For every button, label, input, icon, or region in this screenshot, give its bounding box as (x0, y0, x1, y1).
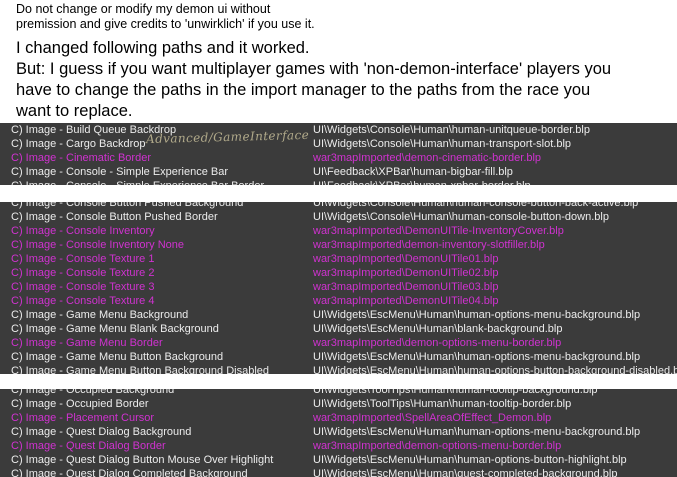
field-value: war3mapImported\demon-options-menu-borde… (313, 440, 562, 452)
field-name: C) Image - Console Inventory None (11, 239, 185, 251)
explanation-line-4: want to replace. (16, 102, 133, 120)
list-item[interactable]: C) Image - Console Inventory war3mapImpor… (0, 224, 677, 238)
field-value: war3mapImported\demon-inventory-slotfill… (313, 239, 545, 251)
list-item[interactable]: C) Image - Game Menu Button Background UI… (0, 350, 677, 364)
explanation-line-2: But: I guess if you want multiplayer gam… (16, 60, 612, 78)
list-item[interactable]: C) Image - Game Menu Background UI\Widget… (0, 308, 677, 322)
field-value: war3mapImported\DemonUITile03.blp (313, 281, 499, 293)
field-value: war3mapImported\DemonUITile02.blp (313, 267, 499, 279)
field-name: C) Image - Game Menu Background (11, 309, 189, 321)
field-name: C) Image - Quest Dialog Border (11, 440, 166, 452)
divider (0, 374, 677, 389)
field-name: C) Image - Console Texture 3 (11, 281, 155, 293)
field-value: war3mapImported\SpellAreaOfEffect_Demon.… (313, 412, 552, 424)
list-item[interactable]: C) Image - Console Texture 3 war3mapImpor… (0, 280, 677, 294)
explanation-text: I changed following paths and it worked.… (16, 38, 671, 122)
list-item[interactable]: C) Image - Game Menu Button Background D… (0, 364, 677, 374)
permission-note: Do not change or modify my demon ui with… (16, 2, 666, 32)
field-name: C) Image - Console Inventory (11, 225, 155, 237)
field-value: war3mapImported\DemonUITile-InventoryCov… (313, 225, 564, 237)
field-value: war3mapImported\DemonUITile01.blp (313, 253, 499, 265)
field-value: UI\Widgets\EscMenu\Human\human-options-m… (313, 426, 641, 438)
divider (0, 185, 677, 202)
list-item[interactable]: C) Image - Game Menu Blank Background UI\… (0, 322, 677, 336)
field-name: C) Image - Occupied Background (11, 389, 175, 396)
game-interface-list-2: C) Image - Console Button Pushed Backgro… (0, 202, 677, 374)
field-value: war3mapImported\demon-options-menu-borde… (313, 337, 562, 349)
field-name: C) Image - Occupied Border (11, 398, 149, 410)
field-value: UI\Widgets\EscMenu\Human\blank-backgroun… (313, 323, 563, 335)
field-value: UI\Widgets\ToolTips\Human\human-tooltip-… (313, 389, 598, 396)
field-name: C) Image - Console Button Pushed Backgro… (11, 202, 244, 209)
field-value: UI\Widgets\Console\Human\human-unitqueue… (313, 124, 590, 136)
field-value: war3mapImported\DemonUITile04.blp (313, 295, 499, 307)
list-item[interactable]: C) Image - Console Texture 2 war3mapImpor… (0, 266, 677, 280)
field-value: UI\Widgets\EscMenu\Human\human-options-b… (313, 454, 627, 466)
field-value: UI\Widgets\ToolTips\Human\human-tooltip-… (313, 398, 572, 410)
explanation-line-1: I changed following paths and it worked. (16, 39, 310, 57)
field-name: C) Image - Game Menu Border (11, 337, 163, 349)
field-value: UI\Feedback\XPBar\human-bigbar-fill.blp (313, 166, 513, 178)
field-name: C) Image - Console - Simple Experience B… (11, 166, 229, 178)
field-value: UI\Widgets\EscMenu\Human\human-options-m… (313, 351, 641, 363)
field-value: UI\Widgets\EscMenu\Human\quest-completed… (313, 468, 618, 477)
list-item[interactable]: C) Image - Console Texture 4 war3mapImpor… (0, 294, 677, 308)
field-name: C) Image - Quest Dialog Completed Backgr… (11, 468, 248, 477)
list-item[interactable]: C) Image - Console Button Pushed Border U… (0, 210, 677, 224)
list-item[interactable]: C) Image - Build Queue Backdrop UI\Widget… (0, 123, 677, 137)
list-item[interactable]: C) Image - Console Button Pushed Backgro… (0, 202, 677, 210)
field-value: UI\Widgets\EscMenu\Human\human-options-b… (313, 365, 677, 374)
field-name: C) Image - Game Menu Button Background (11, 351, 224, 363)
field-name: C) Image - Game Menu Button Background D… (11, 365, 270, 374)
field-value: UI\Widgets\Console\Human\human-console-b… (313, 211, 609, 223)
explanation-line-3: have to change the paths in the import m… (16, 81, 591, 99)
field-name: C) Image - Console Texture 1 (11, 253, 155, 265)
list-item[interactable]: C) Image - Quest Dialog Border war3mapImp… (0, 439, 677, 453)
field-name: C) Image - Console Texture 4 (11, 295, 155, 307)
list-item[interactable]: C) Image - Quest Dialog Background UI\Wid… (0, 425, 677, 439)
field-name: C) Image - Quest Dialog Button Mouse Ove… (11, 454, 274, 466)
list-item[interactable]: C) Image - Quest Dialog Completed Backgr… (0, 467, 677, 477)
list-item[interactable]: C) Image - Occupied Background UI\Widgets… (0, 389, 677, 397)
list-item[interactable]: C) Image - Quest Dialog Button Mouse Ove… (0, 453, 677, 467)
list-item[interactable]: C) Image - Console Texture 1 war3mapImpor… (0, 252, 677, 266)
note-line-2: premission and give credits to 'unwirkli… (16, 17, 315, 31)
note-line-1: Do not change or modify my demon ui with… (16, 2, 271, 16)
field-value: UI\Widgets\EscMenu\Human\human-options-m… (313, 309, 641, 321)
field-value: UI\Widgets\Console\Human\human-transport… (313, 138, 572, 150)
list-item[interactable]: C) Image - Console Inventory None war3map… (0, 238, 677, 252)
field-value: war3mapImported\demon-cinematic-border.b… (313, 152, 542, 164)
list-item[interactable]: C) Image - Cargo Backdrop UI\Widgets\Cons… (0, 137, 677, 151)
list-item[interactable]: C) Image - Cinematic Border war3mapImport… (0, 151, 677, 165)
list-item[interactable]: C) Image - Occupied Border UI\Widgets\Too… (0, 397, 677, 411)
field-value: UI\Widgets\Console\Human\human-console-b… (313, 202, 639, 209)
field-name: C) Image - Cargo Backdrop (11, 138, 146, 150)
field-name: C) Image - Console Button Pushed Border (11, 211, 218, 223)
list-item[interactable]: C) Image - Game Menu Border war3mapImport… (0, 336, 677, 350)
field-name: C) Image - Console Texture 2 (11, 267, 155, 279)
field-name: C) Image - Placement Cursor (11, 412, 155, 424)
list-item[interactable]: C) Image - Console - Simple Experience B… (0, 165, 677, 179)
game-interface-list-3: C) Image - Occupied Background UI\Widgets… (0, 389, 677, 477)
field-name: C) Image - Game Menu Blank Background (11, 323, 219, 335)
field-name: C) Image - Quest Dialog Background (11, 426, 192, 438)
game-interface-list-1: C) Image - Build Queue Backdrop UI\Widget… (0, 123, 677, 185)
field-name: C) Image - Cinematic Border (11, 152, 151, 164)
list-item[interactable]: C) Image - Placement Cursor war3mapImport… (0, 411, 677, 425)
